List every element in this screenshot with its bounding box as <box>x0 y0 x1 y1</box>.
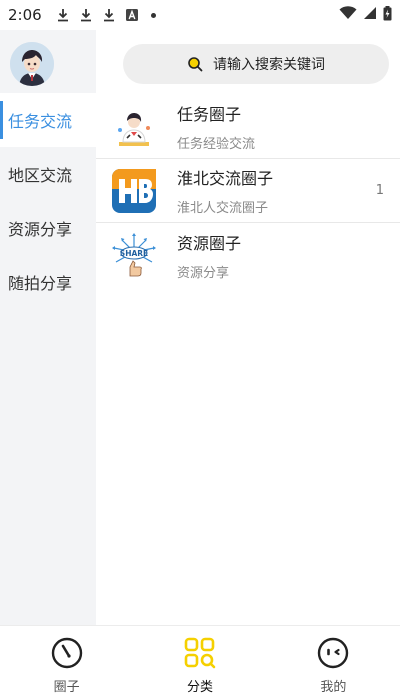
wifi-icon <box>339 6 357 24</box>
svg-text:SHARE: SHARE <box>120 249 148 258</box>
circle-name: 淮北交流圈子 <box>177 169 274 188</box>
search-icon <box>187 56 203 72</box>
nav-label: 我的 <box>320 680 347 695</box>
hb-logo-icon <box>112 168 156 213</box>
circle-thumbnail: SHARE <box>111 232 157 278</box>
a-square-icon <box>125 8 139 22</box>
nav-label: 分类 <box>186 680 213 695</box>
download-icon <box>79 8 93 22</box>
circle-description: 任务经验交流 <box>177 137 256 152</box>
list-item[interactable]: SHARE 资源圈子 资源分享 <box>96 223 400 287</box>
user-avatar-illustration <box>10 42 54 86</box>
share-burst-icon: SHARE <box>111 232 157 278</box>
list-item[interactable]: 淮北交流圈子 淮北人交流圈子 1 <box>96 159 400 223</box>
category-grid-icon <box>183 636 217 670</box>
circle-name: 资源圈子 <box>177 233 242 253</box>
category-item-resource-share[interactable]: 资源分享 <box>0 201 96 255</box>
circle-list: 任务圈子 任务经验交流 淮北交流圈子 淮北人交流圈子 1 SHARE 资源圈子 … <box>96 95 400 287</box>
category-label: 随拍分享 <box>8 274 73 293</box>
list-item[interactable]: 任务圈子 任务经验交流 <box>96 95 400 159</box>
category-label: 地区交流 <box>8 166 73 185</box>
circle-description: 资源分享 <box>177 265 230 281</box>
nav-label: 圈子 <box>53 680 80 695</box>
circle-text: 资源圈子 资源分享 <box>177 230 241 281</box>
circle-text: 任务圈子 任务经验交流 <box>177 101 255 152</box>
category-sidebar: 任务交流 地区交流 资源分享 随拍分享 <box>0 30 96 625</box>
face-icon <box>316 636 350 670</box>
bottom-navigation: 圈子 分类 我的 <box>0 625 400 700</box>
status-bar: 2:06 <box>0 0 400 30</box>
avatar[interactable] <box>10 42 54 86</box>
nav-item-circles[interactable]: 圈子 <box>0 626 133 700</box>
category-label: 资源分享 <box>8 220 73 239</box>
nav-item-categories[interactable]: 分类 <box>133 626 266 700</box>
circle-text: 淮北交流圈子 淮北人交流圈子 <box>177 165 273 216</box>
dot-icon <box>150 12 156 18</box>
circle-thumbnail <box>111 103 157 150</box>
search-placeholder: 请输入搜索关键词 <box>213 57 325 73</box>
status-time: 2:06 <box>8 6 42 24</box>
nav-item-mine[interactable]: 我的 <box>267 626 400 700</box>
download-icon <box>102 8 116 22</box>
category-label: 任务交流 <box>8 112 73 131</box>
category-list: 任务交流 地区交流 资源分享 随拍分享 <box>0 93 96 309</box>
circle-count: 1 <box>375 183 384 198</box>
status-notification-icons <box>56 8 156 22</box>
status-system-icons <box>339 5 392 25</box>
circle-description: 淮北人交流圈子 <box>177 201 269 216</box>
signal-icon <box>363 6 377 24</box>
battery-charging-icon <box>383 5 392 25</box>
search-input[interactable]: 请输入搜索关键词 <box>123 44 389 84</box>
download-icon <box>56 8 70 22</box>
compass-icon <box>50 636 84 670</box>
task-person-icon <box>111 103 157 150</box>
circle-thumbnail <box>111 168 157 214</box>
category-item-region-exchange[interactable]: 地区交流 <box>0 147 96 201</box>
category-item-task-exchange[interactable]: 任务交流 <box>0 93 96 147</box>
circle-name: 任务圈子 <box>177 105 242 124</box>
category-item-snapshot-share[interactable]: 随拍分享 <box>0 255 96 309</box>
